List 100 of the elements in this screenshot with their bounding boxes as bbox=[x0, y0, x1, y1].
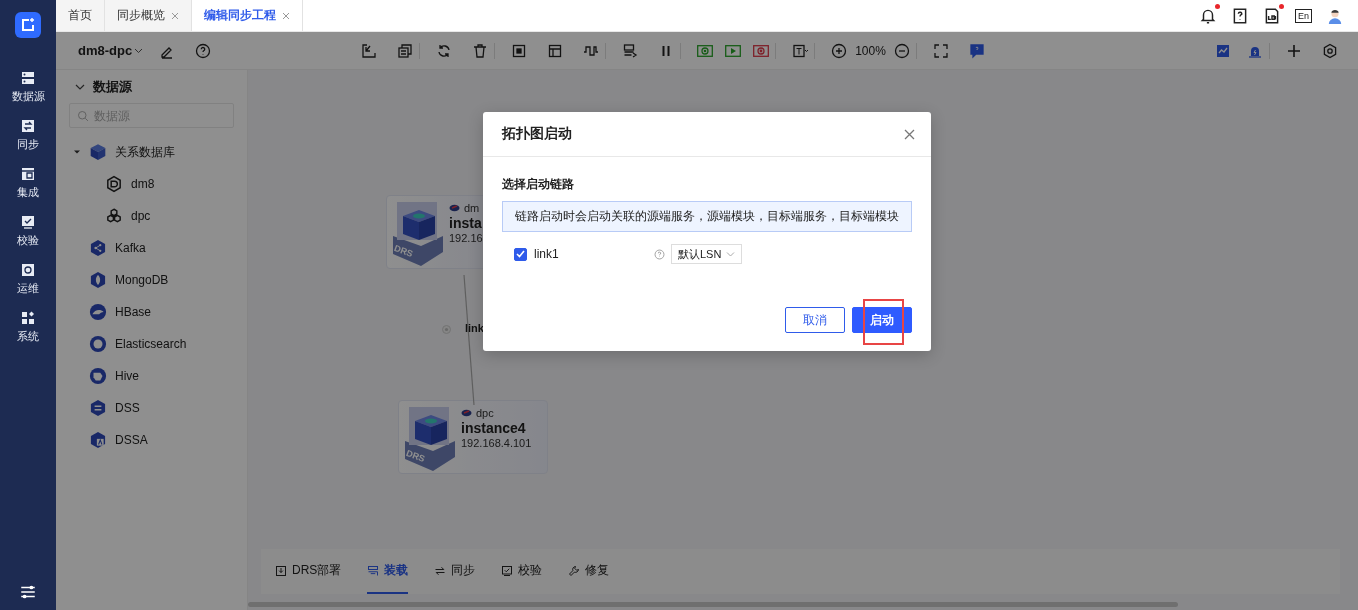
wrench-icon bbox=[568, 564, 581, 577]
deploy-icon bbox=[275, 564, 287, 577]
caret-down-icon[interactable] bbox=[74, 149, 80, 155]
kafka-hexagon-icon bbox=[89, 239, 107, 257]
panel-tab[interactable]: 修复 bbox=[568, 549, 610, 594]
panel-tab[interactable]: DRS部署 bbox=[275, 549, 342, 594]
nav-item[interactable]: 运维 bbox=[11, 262, 45, 296]
cluster-circle-icon bbox=[89, 335, 107, 353]
copy-icon[interactable] bbox=[397, 42, 414, 59]
tree-item[interactable]: HBase bbox=[115, 305, 152, 319]
check-monitor-icon bbox=[501, 564, 514, 577]
position-select[interactable]: 默认LSN bbox=[671, 244, 743, 264]
play-icon[interactable] bbox=[725, 42, 742, 59]
orca-circle-icon bbox=[89, 303, 107, 321]
server-icon bbox=[20, 70, 36, 86]
panel-tab[interactable]: 校验 bbox=[501, 549, 543, 594]
chevron-down-icon[interactable] bbox=[75, 84, 85, 90]
ip-address: 192.16 bbox=[449, 232, 483, 244]
leaf-hexagon-icon bbox=[89, 271, 107, 289]
section-title: 选择启动链路 bbox=[502, 176, 575, 193]
checkbox[interactable] bbox=[514, 247, 527, 261]
start-button[interactable]: 启动 bbox=[852, 307, 912, 333]
nav-item[interactable]: 系统 bbox=[11, 310, 45, 344]
zoom-level: 100% bbox=[855, 43, 886, 58]
drs-label: DRS bbox=[404, 448, 427, 464]
tree-item[interactable]: DSS bbox=[115, 401, 140, 415]
close-icon[interactable] bbox=[282, 11, 290, 20]
tree-item[interactable]: Hive bbox=[115, 369, 139, 383]
database-name: dm bbox=[464, 202, 480, 214]
chevron-down-icon bbox=[726, 251, 736, 257]
database-icon bbox=[449, 204, 460, 212]
tree-item[interactable]: 关系数据库 bbox=[115, 143, 175, 161]
database-cube-icon bbox=[89, 143, 107, 161]
grid-icon bbox=[20, 166, 36, 182]
tree-item[interactable]: MongoDB bbox=[115, 273, 169, 287]
panel-tab[interactable]: 同步 bbox=[434, 549, 476, 594]
link-handle-icon[interactable] bbox=[442, 325, 451, 334]
nav-item[interactable]: 校验 bbox=[11, 214, 45, 248]
zoom-in-icon[interactable] bbox=[831, 42, 848, 59]
link-name: link1 bbox=[534, 247, 560, 261]
swap-icon bbox=[20, 118, 36, 134]
project-selector[interactable]: dm8-dpc bbox=[78, 43, 144, 58]
delete-icon[interactable] bbox=[472, 42, 489, 59]
chevron-down-icon[interactable] bbox=[134, 47, 144, 54]
tree-item[interactable]: dm8 bbox=[131, 177, 155, 191]
check-monitor-icon bbox=[20, 214, 36, 230]
nav-item[interactable]: 同步 bbox=[11, 118, 45, 152]
drs-label: DRS bbox=[392, 243, 415, 259]
link-label: link bbox=[465, 322, 484, 334]
add-icon[interactable] bbox=[1286, 42, 1302, 59]
tree-item[interactable]: Kafka bbox=[115, 241, 146, 255]
instance-name: instance4 bbox=[461, 420, 527, 436]
database-icon bbox=[461, 409, 472, 417]
scrollbar[interactable] bbox=[248, 602, 1178, 607]
tree-item[interactable]: DSSA bbox=[115, 433, 148, 447]
highlight-frame bbox=[863, 299, 904, 345]
load-icon bbox=[367, 564, 380, 577]
database-name: dpc bbox=[476, 407, 494, 419]
refresh-icon[interactable] bbox=[436, 42, 453, 59]
chart-icon[interactable] bbox=[1215, 42, 1231, 59]
language-button[interactable]: En bbox=[1295, 8, 1312, 23]
layout-icon[interactable] bbox=[547, 42, 564, 59]
instance-node[interactable]: DRS dpc instance4 192.168.4.101 bbox=[398, 400, 548, 474]
text-format-icon[interactable] bbox=[792, 42, 809, 59]
info-notice: 链路启动时会启动关联的源端服务，源端模块，目标端服务，目标端模块 bbox=[502, 201, 912, 232]
comment-icon[interactable] bbox=[968, 42, 985, 59]
tree-item[interactable]: dpc bbox=[131, 209, 151, 223]
close-icon[interactable] bbox=[904, 128, 915, 140]
translate-hexagon-icon bbox=[89, 431, 107, 449]
start-all-icon[interactable] bbox=[697, 42, 714, 59]
swap-hexagon-icon bbox=[89, 399, 107, 417]
dialog-title: 拓扑图启动 bbox=[502, 125, 572, 143]
help-icon bbox=[654, 248, 665, 260]
gear-icon bbox=[20, 262, 36, 278]
node-icon[interactable] bbox=[511, 42, 528, 59]
help-book-icon[interactable] bbox=[1231, 6, 1249, 25]
app-logo bbox=[15, 12, 41, 38]
swap-icon bbox=[434, 564, 447, 577]
close-icon[interactable] bbox=[171, 11, 179, 20]
tab[interactable]: 首页 bbox=[56, 0, 105, 31]
cubes-icon bbox=[105, 207, 123, 225]
help-icon[interactable] bbox=[195, 42, 212, 59]
menu-icon[interactable] bbox=[19, 583, 37, 601]
nav-item[interactable]: 集成 bbox=[11, 166, 45, 200]
cancel-button[interactable]: 取消 bbox=[785, 307, 845, 333]
log-document-icon[interactable] bbox=[1263, 6, 1281, 25]
search-icon bbox=[77, 110, 89, 122]
fullscreen-icon[interactable] bbox=[932, 42, 949, 59]
list-export-icon[interactable] bbox=[622, 42, 639, 59]
nav-item[interactable]: 数据源 bbox=[11, 70, 45, 104]
import-icon[interactable] bbox=[361, 42, 378, 59]
stop-icon[interactable] bbox=[753, 42, 770, 59]
panel-title: 数据源 bbox=[93, 78, 132, 96]
ip-address: 192.168.4.101 bbox=[461, 437, 532, 449]
settings-icon[interactable] bbox=[1322, 42, 1338, 59]
tree-item[interactable]: Elasticsearch bbox=[115, 337, 187, 351]
apps-icon bbox=[20, 310, 36, 326]
tab[interactable]: 同步概览 bbox=[105, 0, 192, 31]
panel-tab[interactable]: 装载 bbox=[367, 549, 409, 594]
zoom-out-icon[interactable] bbox=[893, 42, 910, 59]
